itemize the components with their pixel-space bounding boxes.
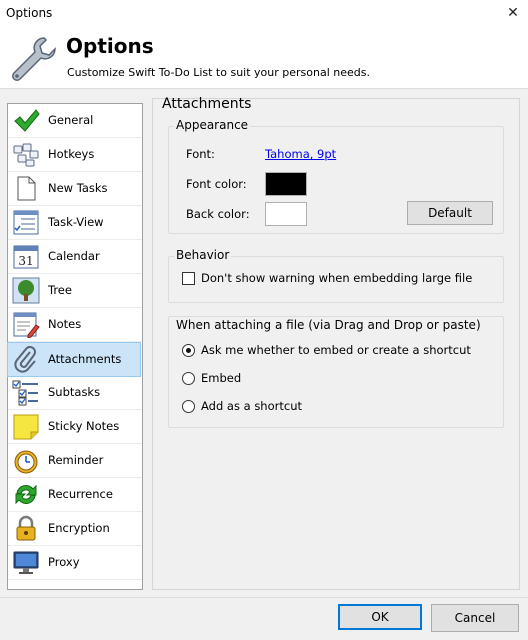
sidebar-item-reminder[interactable]: Reminder — [8, 444, 142, 478]
page-title: Options — [66, 34, 154, 58]
title-bar: Options ✕ — [0, 0, 528, 26]
font-color-swatch[interactable] — [265, 172, 307, 196]
tree-icon — [12, 277, 40, 304]
default-button[interactable]: Default — [407, 201, 493, 225]
embed-warning-label: Don't show warning when embedding large … — [201, 271, 473, 285]
sidebar-item-new-tasks[interactable]: New Tasks — [8, 172, 142, 206]
sidebar-item-label: Proxy — [48, 555, 80, 569]
radio-shortcut-label: Add as a shortcut — [201, 399, 302, 413]
sidebar-item-recurrence[interactable]: Recurrence — [8, 478, 142, 512]
header-banner: Options Customize Swift To-Do List to su… — [0, 26, 528, 88]
sidebar-item-label: Notes — [48, 317, 82, 331]
embed-warning-checkbox[interactable] — [182, 272, 195, 285]
checkmark-icon — [14, 109, 40, 132]
sidebar-item-label: Recurrence — [48, 487, 113, 501]
sidebar-item-notes[interactable]: Notes — [8, 308, 142, 342]
ok-button[interactable]: OK — [338, 604, 422, 630]
sidebar-item-label: General — [48, 113, 94, 127]
document-icon — [17, 176, 36, 201]
sidebar-item-label: Reminder — [48, 453, 104, 467]
radio-embed-label: Embed — [201, 371, 242, 385]
sidebar-item-calendar[interactable]: 31 Calendar — [8, 240, 142, 274]
sidebar-item-subtasks[interactable]: Subtasks — [8, 376, 142, 410]
wrench-icon — [12, 37, 56, 81]
attach-mode-group-label: When attaching a file (via Drag and Drop… — [174, 318, 483, 332]
notes-icon — [13, 312, 40, 338]
sidebar-item-label: New Tasks — [48, 181, 108, 195]
section-title: Attachments — [162, 96, 252, 112]
sidebar-item-label: Tree — [48, 283, 72, 297]
font-link[interactable]: Tahoma, 9pt — [265, 147, 336, 161]
cancel-button[interactable]: Cancel — [431, 604, 519, 632]
sidebar-item-label: Encryption — [48, 521, 110, 535]
appearance-group-label: Appearance — [174, 118, 251, 132]
sidebar-item-hotkeys[interactable]: Hotkeys — [8, 138, 142, 172]
close-icon[interactable]: ✕ — [500, 2, 526, 24]
sidebar-item-task-view[interactable]: Task-View — [8, 206, 142, 240]
sidebar-item-sticky-notes[interactable]: Sticky Notes — [8, 410, 142, 444]
sidebar-item-label: Subtasks — [48, 385, 101, 399]
subtasks-icon — [12, 380, 38, 406]
sidebar-item-label: Attachments — [48, 352, 122, 366]
calendar-icon: 31 — [13, 245, 39, 269]
sidebar-item-label: Sticky Notes — [48, 419, 120, 433]
sidebar-item-label: Task-View — [48, 215, 104, 229]
keyboard-icon — [13, 143, 39, 167]
behavior-group-label: Behavior — [174, 248, 232, 262]
options-sidebar: General Hotkeys New Tasks Task-View 31 C… — [7, 103, 143, 590]
sidebar-item-label: Hotkeys — [48, 147, 95, 161]
page-subtitle: Customize Swift To-Do List to suit your … — [67, 66, 370, 79]
task-view-icon — [13, 210, 39, 235]
radio-ask-label: Ask me whether to embed or create a shor… — [201, 343, 471, 357]
font-label: Font: — [186, 147, 215, 161]
back-color-swatch[interactable] — [265, 202, 307, 226]
radio-embed[interactable] — [182, 372, 195, 385]
sidebar-item-proxy[interactable]: Proxy — [8, 546, 142, 580]
alarm-clock-icon — [14, 450, 38, 474]
sidebar-item-general[interactable]: General — [8, 104, 142, 138]
back-color-label: Back color: — [186, 207, 250, 221]
sticky-note-icon — [13, 414, 39, 440]
radio-add-shortcut[interactable] — [182, 400, 195, 413]
font-color-label: Font color: — [186, 177, 247, 191]
paperclip-icon — [14, 346, 36, 373]
sidebar-item-attachments[interactable]: Attachments — [7, 342, 141, 377]
radio-ask-embed-or-shortcut[interactable] — [182, 344, 195, 357]
sidebar-item-label: Calendar — [48, 249, 100, 263]
recurrence-icon — [15, 484, 37, 505]
window-title: Options — [6, 6, 53, 20]
padlock-icon — [16, 515, 36, 541]
sidebar-item-tree[interactable]: Tree — [8, 274, 142, 308]
calendar-day-number: 31 — [18, 254, 33, 268]
monitor-icon — [13, 551, 39, 574]
sidebar-item-encryption[interactable]: Encryption — [8, 512, 142, 546]
